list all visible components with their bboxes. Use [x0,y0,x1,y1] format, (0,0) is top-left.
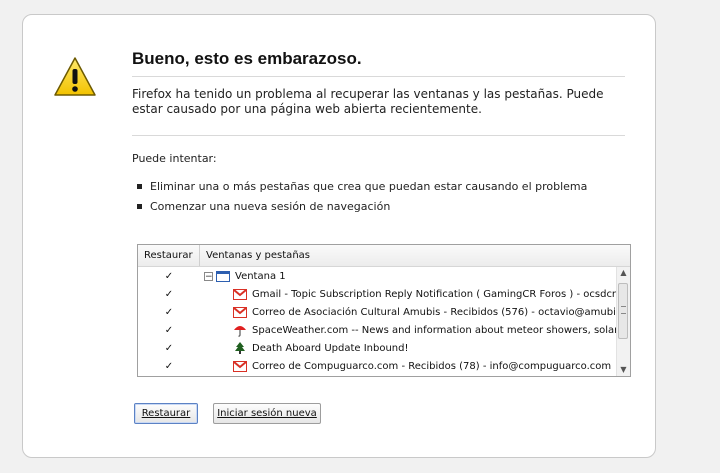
tab-row[interactable]: ✓ Gmail - Topic Subscription Reply Notif… [138,285,617,303]
bullet-icon [137,203,142,209]
restore-checkbox[interactable]: ✓ [138,271,200,282]
suggestions-list: Eliminar una o más pestañas que crea que… [132,176,587,216]
gmail-icon [232,306,248,319]
restore-checkbox[interactable]: ✓ [138,343,200,354]
warning-icon [54,57,96,96]
restore-checkbox[interactable]: ✓ [138,325,200,336]
tab-label: Gmail - Topic Subscription Reply Notific… [252,288,617,300]
tab-row[interactable]: ✓ Correo de Asociación Cultural Amubis -… [138,303,617,321]
column-header-windows[interactable]: Ventanas y pestañas [200,245,630,266]
tree-icon [232,342,248,355]
restore-checkbox[interactable]: ✓ [138,307,200,318]
restore-checkbox[interactable]: ✓ [138,361,200,372]
error-description: Firefox ha tenido un problema al recuper… [132,87,625,136]
error-page-panel: Bueno, esto es embarazoso. Firefox ha te… [22,14,656,458]
tab-row[interactable]: ✓ SpaceWeather.com -- News and informati… [138,321,617,339]
suggestion-item: Eliminar una o más pestañas que crea que… [132,176,587,196]
column-header-restore[interactable]: Restaurar [138,245,200,266]
scroll-down-arrow-icon[interactable]: ▼ [617,364,630,376]
window-label: Ventana 1 [235,270,286,282]
tree-rows: ✓ − Ventana 1 ✓ Gmail - Topic Subscripti… [138,267,617,376]
session-tree[interactable]: Restaurar Ventanas y pestañas ✓ − Ventan… [137,244,631,377]
tab-row[interactable]: ✓ Death Aboard Update Inbound! [138,339,617,357]
tree-scrollbar[interactable]: ▲ ▼ [616,267,630,376]
gmail-icon [232,360,248,373]
restore-button[interactable]: Restaurar [134,403,198,424]
new-session-button[interactable]: Iniciar sesión nueva [213,403,321,424]
tab-label: Correo de Asociación Cultural Amubis - R… [252,306,617,318]
scroll-up-arrow-icon[interactable]: ▲ [617,267,630,279]
collapse-toggle-icon[interactable]: − [204,271,213,281]
suggestion-item: Comenzar una nueva sesión de navegación [132,196,587,216]
umbrella-icon [232,324,248,337]
tab-label: SpaceWeather.com -- News and information… [252,324,617,336]
window-icon [216,270,230,282]
tab-row[interactable]: ✓ Correo de Compuguarco.com - Recibidos … [138,357,617,375]
bullet-icon [137,183,142,189]
tree-header: Restaurar Ventanas y pestañas [138,245,630,267]
tab-label: Death Aboard Update Inbound! [252,342,409,354]
grip-icon [621,306,626,314]
restore-checkbox[interactable]: ✓ [138,289,200,300]
try-label: Puede intentar: [132,152,217,165]
window-row[interactable]: ✓ − Ventana 1 [138,267,617,285]
scroll-thumb[interactable] [618,283,628,339]
gmail-icon [232,288,248,301]
page-title: Bueno, esto es embarazoso. [132,49,625,77]
tab-label: Correo de Compuguarco.com - Recibidos (7… [252,360,612,372]
